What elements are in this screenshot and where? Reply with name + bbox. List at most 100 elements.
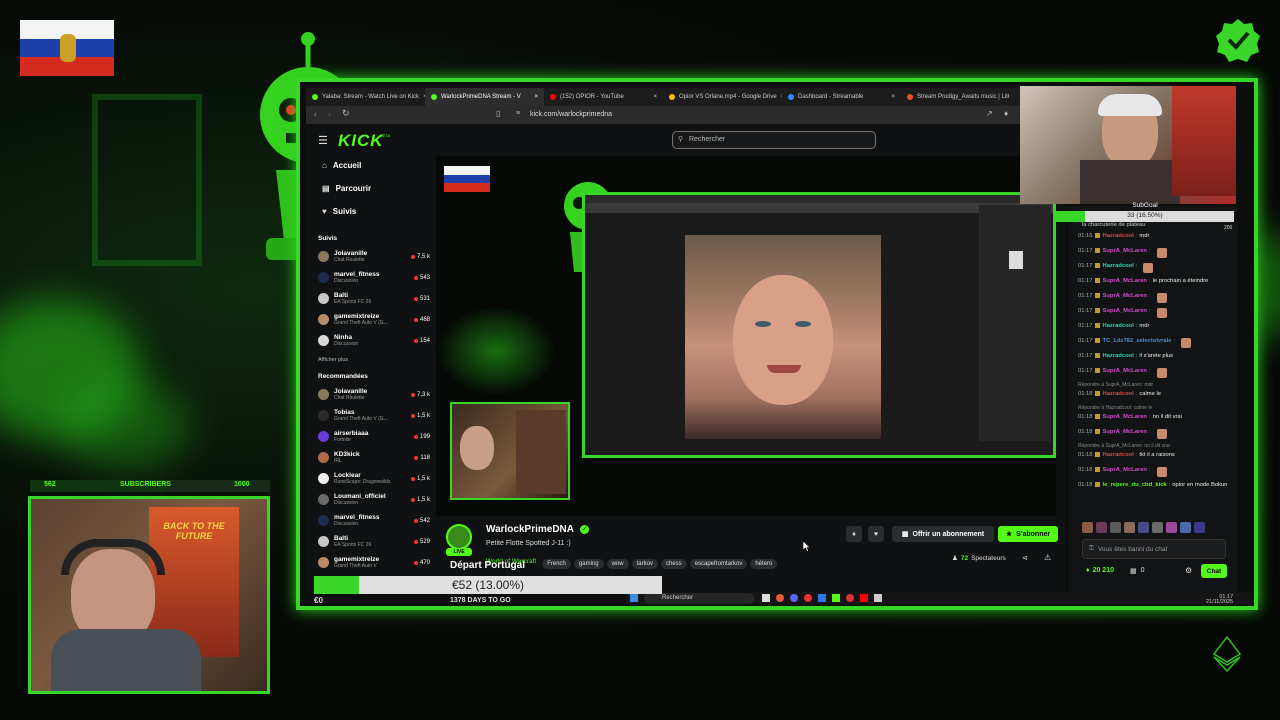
chat-message[interactable]: 01:17 Hazradcool: (1078, 260, 1228, 275)
chat-username[interactable]: le_repere_du_cbd_kick (1103, 482, 1167, 489)
nav-item-accueil[interactable]: ⌂ Accueil (310, 154, 434, 177)
chat-username[interactable]: SuprA_McLaren (1103, 278, 1147, 285)
chat-message[interactable]: 01:16 Hazradcool: mdr (1078, 230, 1228, 245)
chat-username[interactable]: Hazradcool (1103, 391, 1134, 398)
chat-message[interactable]: 01:17 Hazradcool: il s'arete plus (1078, 350, 1228, 365)
stream-tag[interactable]: gaming (573, 559, 604, 569)
brave-icon[interactable] (776, 594, 784, 602)
chrome-icon[interactable] (846, 594, 854, 602)
stream-video[interactable] (436, 156, 1056, 516)
stream-tag[interactable]: wow (606, 559, 629, 569)
browser-tab[interactable]: Opior VS Orlane.mp4 - Google Drive× (663, 88, 782, 106)
nav-item-parcourir[interactable]: ▤ Parcourir (310, 177, 434, 200)
chat-message[interactable]: 01:17 SuprA_McLaren: (1078, 245, 1228, 260)
chat-username[interactable]: SuprA_McLaren (1103, 308, 1147, 315)
chat-message[interactable]: 01:18 SuprA_McLaren: (1078, 464, 1228, 479)
chat-username[interactable]: TC_Ldz782_selectolvrale (1103, 338, 1172, 345)
chat-message[interactable]: 01:18 le_repere_du_cbd_kick: opior en mode… (1078, 479, 1228, 494)
forward-icon[interactable]: › (328, 109, 331, 119)
chat-message[interactable]: 01:18 Hazradcool: calme le (1078, 388, 1228, 403)
chat-username[interactable]: SuprA_McLaren (1103, 248, 1147, 255)
emote-icon[interactable] (1152, 522, 1163, 533)
url-field[interactable]: kick.com/warlockprimedna (530, 111, 612, 118)
chat-input[interactable]: ⚿ Vous êtes banni du chat (1082, 539, 1226, 559)
sidebar-channel[interactable]: gamemixtreize Grand Theft Auto V 470 (310, 552, 434, 573)
sidebar-channel[interactable]: Tobias Grand Theft Auto V (G... 1,5 k (310, 405, 434, 426)
emote-icon[interactable] (1194, 522, 1205, 533)
sidebar-channel[interactable]: Ninha Discussion 154 (310, 330, 434, 351)
chat-message[interactable]: 01:18 SuprA_McLaren: nn il dit vrai (1078, 411, 1228, 426)
stream-tag[interactable]: tarkov (631, 559, 658, 569)
gift-counter[interactable]: ▦ 0 (1130, 567, 1145, 575)
site-info-icon[interactable]: ≡ (516, 110, 520, 117)
windows-start-icon[interactable] (630, 594, 638, 602)
chat-message[interactable]: 01:17 TC_Ldz782_selectolvrale: (1078, 335, 1228, 350)
sidebar-channel[interactable]: Balti EA Sports FC 26 529 (310, 531, 434, 552)
chat-username[interactable]: Hazradcool (1103, 353, 1134, 360)
search-input[interactable]: Rechercher (689, 136, 725, 143)
browser-tab[interactable]: Yalaba: Stream - Watch Live on Kick× (306, 88, 425, 106)
chat-username[interactable]: SuprA_McLaren (1103, 368, 1147, 375)
report-icon[interactable]: ⚠ (1044, 553, 1051, 562)
taskbar-search[interactable]: Rechercher (644, 593, 754, 604)
search-box[interactable]: ⚲ Rechercher (672, 131, 876, 149)
chat-message[interactable]: 01:17 SuprA_McLaren: (1078, 305, 1228, 320)
stream-tag[interactable]: hétero (750, 559, 778, 569)
back-icon[interactable]: ‹ (314, 109, 317, 119)
youtube-icon[interactable] (860, 594, 868, 602)
chat-send-button[interactable]: Chat (1201, 564, 1227, 578)
kick-logo[interactable]: KICK (338, 131, 384, 151)
tab-close-icon[interactable]: × (534, 94, 538, 100)
sidebar-channel[interactable]: Balti EA Sports FC 26 531 (310, 288, 434, 309)
emote-icon[interactable] (1110, 522, 1121, 533)
stream-tag[interactable]: chess (660, 559, 687, 569)
reload-icon[interactable]: ↻ (342, 108, 350, 119)
bell-button[interactable]: ♦ (846, 526, 862, 542)
chat-message[interactable]: 01:17 SuprA_McLaren: (1078, 290, 1228, 305)
chat-username[interactable]: SuprA_McLaren (1103, 429, 1147, 436)
emote-icon[interactable] (1082, 522, 1093, 533)
chat-username[interactable]: Hazradcool (1103, 452, 1134, 459)
kick-app-icon[interactable] (832, 594, 840, 602)
sidebar-channel[interactable]: Jolavanille Chat Roulette 7,5 k (310, 246, 434, 267)
chat-username[interactable]: SuprA_McLaren (1103, 467, 1147, 474)
points-display[interactable]: ♦ 20 210 (1086, 567, 1114, 574)
follow-button[interactable]: ♥ (868, 526, 884, 542)
chat-username[interactable]: Hazradcool (1103, 233, 1134, 240)
chat-username[interactable]: Hazradcool (1103, 263, 1134, 270)
emote-icon[interactable] (1166, 522, 1177, 533)
subscribe-button[interactable]: ★ S'abonner (998, 526, 1058, 542)
share-icon[interactable]: ↗ (986, 109, 993, 118)
settings-gear-icon[interactable]: ⚙ (1185, 566, 1192, 575)
chat-username[interactable]: Hazradcool (1103, 323, 1134, 330)
share-icon[interactable]: ⊲ (1022, 554, 1028, 562)
sidebar-channel[interactable]: airserbiaaa Fortnite 199 (310, 426, 434, 447)
browser-tab[interactable]: (152) OPIOR - YouTube × (544, 88, 663, 106)
discord-icon[interactable] (790, 594, 798, 602)
tab-close-icon[interactable]: × (891, 94, 895, 100)
sidebar-channel[interactable]: Locklear RuneScape: Dragonwilds 1,5 k (310, 468, 434, 489)
show-more-link[interactable]: Afficher plus (310, 351, 434, 367)
app-icon[interactable] (818, 594, 826, 602)
tab-close-icon[interactable]: × (653, 94, 657, 100)
sidebar-channel[interactable]: KD3kick IRL 118 (310, 447, 434, 468)
chat-username[interactable]: SuprA_McLaren (1103, 293, 1147, 300)
chat-message[interactable]: 01:18 SuprA_McLaren: (1078, 426, 1228, 441)
sidebar-channel[interactable]: Jolavanille Chat Roulette 7,3 k (310, 384, 434, 405)
bookmark-icon[interactable]: ▯ (496, 109, 500, 118)
sidebar-channel[interactable]: Loumani_officiel Discussion 1,5 k (310, 489, 434, 510)
chat-message[interactable]: 01:17 Hazradcool: mdr (1078, 320, 1228, 335)
emote-icon[interactable] (1138, 522, 1149, 533)
browser-tab[interactable]: WarlockPrimeDNA Stream - V × (425, 88, 544, 106)
chat-message[interactable]: 01:17 SuprA_McLaren: le prochain a éteindr… (1078, 275, 1228, 290)
browser-tab[interactable]: Dashboard - Streamable × (782, 88, 901, 106)
shield-icon[interactable]: ♦ (1004, 109, 1008, 118)
chat-message[interactable]: 01:17 SuprA_McLaren: (1078, 365, 1228, 380)
nav-item-suivis[interactable]: ♥ Suivis (310, 200, 434, 223)
stream-tag[interactable]: French (542, 559, 571, 569)
emote-icon[interactable] (1180, 522, 1191, 533)
chat-message[interactable]: 01:18 Hazradcool: tkt il a raisons (1078, 449, 1228, 464)
menu-icon[interactable]: ☰ (318, 134, 328, 147)
obs-icon[interactable] (804, 594, 812, 602)
sidebar-channel[interactable]: marvel_fitness Discussion 542 (310, 510, 434, 531)
